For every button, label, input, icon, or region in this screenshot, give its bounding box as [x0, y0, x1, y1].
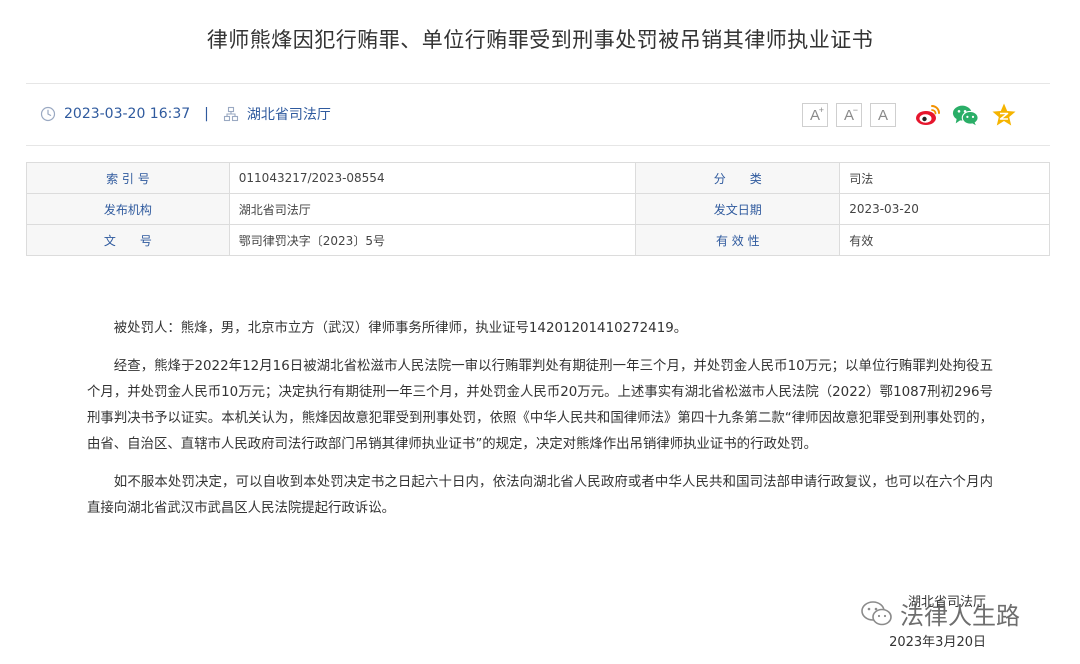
table-row: 索 引 号 011043217/2023-08554 分 类 司法 — [26, 162, 1050, 194]
toolbar: A + A − A — [802, 101, 1018, 129]
meta-bar: 2023-03-20 16:37 | 湖北省司法厅 — [40, 103, 331, 125]
issue-date-label: 发文日期 — [635, 193, 841, 225]
validity-label: 有 效 性 — [635, 224, 841, 256]
table-row: 文 号 鄂司律罚决字〔2023〕5号 有 效 性 有效 — [26, 224, 1050, 256]
category-label: 分 类 — [635, 162, 841, 194]
index-number-label: 索 引 号 — [26, 162, 230, 194]
issuer-value: 湖北省司法厅 — [228, 193, 637, 225]
publish-source[interactable]: 湖北省司法厅 — [247, 104, 331, 124]
weibo-icon[interactable] — [914, 101, 942, 129]
wechat-icon[interactable] — [952, 101, 980, 129]
category-value: 司法 — [839, 162, 1050, 194]
font-reset-label: A — [877, 106, 888, 124]
issuer-label: 发布机构 — [26, 193, 230, 225]
font-increase-button[interactable]: A + — [802, 103, 828, 127]
signature-date: 2023年3月20日 — [889, 635, 986, 650]
publish-datetime: 2023-03-20 16:37 — [64, 106, 191, 122]
watermark: 法律人生路 — [860, 596, 1020, 631]
paragraph-findings: 经查，熊烽于2022年12月16日被湖北省松滋市人民法院一审以行贿罪判处有期徒刑… — [87, 359, 993, 452]
validity-value: 有效 — [839, 224, 1050, 256]
meta-separator: | — [204, 106, 209, 122]
paragraph-appeal-rights: 如不服本处罚决定，可以自收到本处罚决定书之日起六十日内，依法向湖北省人民政府或者… — [87, 475, 993, 516]
article-body: 被处罚人：熊烽，男，北京市立方（武汉）律师事务所律师，执业证号142012014… — [87, 316, 993, 534]
document-number-value: 鄂司律罚决字〔2023〕5号 — [228, 224, 637, 256]
organization-icon — [223, 106, 238, 122]
page-title: 律师熊烽因犯行贿罪、单位行贿罪受到刑事处罚被吊销其律师执业证书 — [206, 28, 874, 52]
index-number-value: 011043217/2023-08554 — [228, 162, 637, 194]
issue-date-value: 2023-03-20 — [839, 193, 1050, 225]
font-decrease-button[interactable]: A − — [836, 103, 862, 127]
watermark-chat-icon — [861, 600, 892, 625]
document-number-label: 文 号 — [26, 224, 230, 256]
paragraph-penalized-party: 被处罚人：熊烽，男，北京市立方（武汉）律师事务所律师，执业证号142012014… — [113, 321, 688, 336]
watermark-text: 法律人生路 — [900, 604, 1020, 630]
clock-icon — [40, 106, 56, 122]
divider-mid — [26, 145, 1050, 146]
qzone-icon[interactable] — [990, 101, 1018, 129]
table-row: 发布机构 湖北省司法厅 发文日期 2023-03-20 — [26, 193, 1050, 225]
font-reset-button[interactable]: A — [870, 103, 896, 127]
divider-top — [26, 83, 1050, 84]
document-info-table: 索 引 号 011043217/2023-08554 分 类 司法 发布机构 湖… — [26, 162, 1050, 256]
